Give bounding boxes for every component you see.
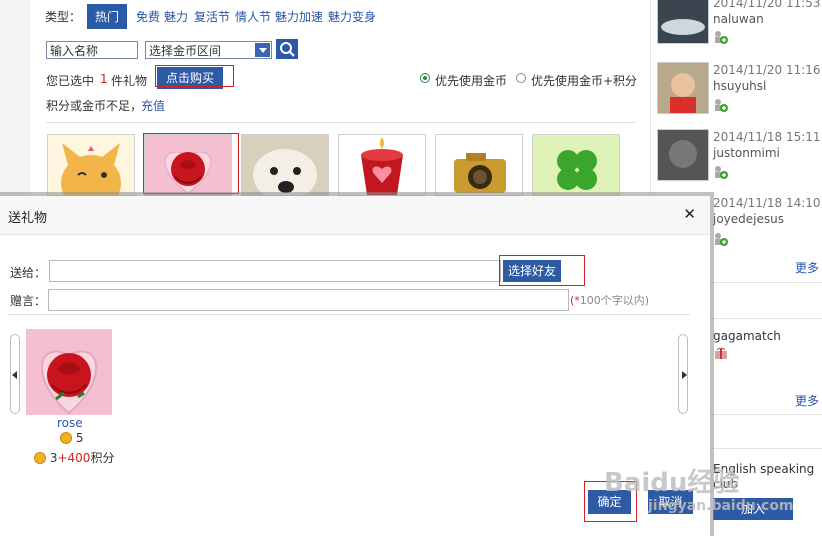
combo-points-unit: 积分: [90, 451, 115, 465]
gift-name: rose: [57, 416, 83, 430]
coin-price-value: 5: [75, 431, 84, 445]
radio-gold-first[interactable]: [420, 73, 430, 83]
recipient-input[interactable]: [49, 260, 501, 282]
divider: [46, 122, 636, 123]
coin-range-value: 选择金币区间: [149, 44, 222, 58]
carousel-prev-button[interactable]: [10, 334, 20, 414]
gift-combo-price: 3+400积分: [34, 449, 114, 466]
selected-prefix: 您已选中: [46, 74, 95, 88]
feed-date: 2014/11/18 14:10: [713, 196, 821, 210]
more-link[interactable]: 更多: [795, 259, 819, 276]
category-valentine-tab[interactable]: 情人节: [235, 8, 271, 25]
feed-username[interactable]: naluwan: [713, 12, 764, 26]
recharge-link[interactable]: 充值: [141, 97, 165, 114]
more-link[interactable]: 更多: [795, 392, 819, 409]
hint-text: 100个字以内): [579, 294, 650, 307]
radio-gold-first-label: 优先使用金币: [435, 74, 508, 88]
coin-icon: [60, 432, 72, 444]
close-icon[interactable]: ✕: [683, 205, 696, 223]
gift-feed-username[interactable]: gagamatch: [713, 329, 781, 343]
search-icon: [280, 42, 295, 57]
message-label: 赠言：: [10, 294, 47, 308]
category-charm-boost-tab[interactable]: 魅力加速: [275, 8, 323, 25]
coin-range-select[interactable]: 选择金币区间: [145, 41, 272, 59]
gift-name-input[interactable]: 输入名称: [46, 41, 138, 59]
feed-date: 2014/11/20 11:16: [713, 63, 821, 77]
divider: [8, 314, 690, 315]
gift-shop-panel: 类型： 热门 免费 魅力 复活节 情人节 魅力加速 魅力变身 输入名称 选择金币…: [30, 0, 650, 200]
gift-thumb-dog[interactable]: [241, 134, 329, 196]
feed-username[interactable]: joyedejesus: [713, 212, 784, 226]
highlight-box: [143, 133, 239, 194]
message-input[interactable]: [48, 289, 569, 311]
insufficient-text: 积分或金币不足，: [46, 99, 143, 113]
gift-thumb-clover[interactable]: [532, 134, 620, 196]
highlight-box: [499, 255, 585, 286]
carousel-next-button[interactable]: [678, 334, 688, 414]
selected-gift-image[interactable]: [26, 329, 112, 415]
gift-thumb-cat[interactable]: [47, 134, 135, 196]
chevron-right-icon: [682, 371, 687, 379]
baidu-watermark: Baidu经验: [604, 468, 740, 498]
gift-icon: [715, 347, 727, 359]
category-easter-tab[interactable]: 复活节: [194, 8, 230, 25]
add-friend-icon[interactable]: [713, 30, 729, 44]
highlight-box: [155, 65, 234, 87]
feed-username[interactable]: justonmimi: [713, 146, 780, 160]
selected-count: 1: [100, 72, 108, 86]
to-label: 送给：: [10, 266, 47, 280]
radio-gold-points-first-label: 优先使用金币+积分: [531, 74, 638, 88]
category-free-tab[interactable]: 免费: [136, 8, 160, 25]
gift-thumb-camera[interactable]: [435, 134, 523, 196]
avatar[interactable]: [657, 62, 709, 114]
dialog-title: 送礼物: [8, 211, 48, 226]
hint-star: (*: [570, 294, 580, 307]
selected-suffix: 件礼物: [111, 74, 148, 88]
gift-coin-price: 5: [60, 431, 83, 445]
avatar[interactable]: [657, 0, 709, 44]
feed-date: 2014/11/18 15:11: [713, 130, 821, 144]
baidu-watermark-url: jingyan.baidu.com: [648, 498, 794, 514]
chevron-down-icon: [255, 43, 270, 57]
chevron-left-icon: [12, 371, 17, 379]
feed-username[interactable]: hsuyuhsl: [713, 79, 766, 93]
coin-icon: [34, 452, 46, 464]
combo-plus: +: [57, 451, 68, 465]
category-label: 类型：: [45, 10, 82, 24]
add-friend-icon[interactable]: [713, 98, 729, 112]
category-hot-tab[interactable]: 热门: [87, 4, 128, 29]
gift-thumb-candle[interactable]: [338, 134, 426, 196]
category-charm-tab[interactable]: 魅力: [164, 8, 188, 25]
message-hint: (*100个字以内): [570, 292, 649, 308]
category-charm-transform-tab[interactable]: 魅力变身: [328, 8, 376, 25]
radio-gold-points-first[interactable]: [516, 73, 526, 83]
feed-date: 2014/11/20 11:53: [713, 0, 821, 10]
add-friend-icon[interactable]: [713, 165, 729, 179]
add-friend-icon[interactable]: [713, 232, 729, 246]
combo-points-value: 400: [67, 451, 91, 465]
avatar[interactable]: [657, 129, 709, 181]
dialog-header: 送礼物 ✕: [0, 196, 710, 235]
search-button[interactable]: [276, 39, 298, 59]
